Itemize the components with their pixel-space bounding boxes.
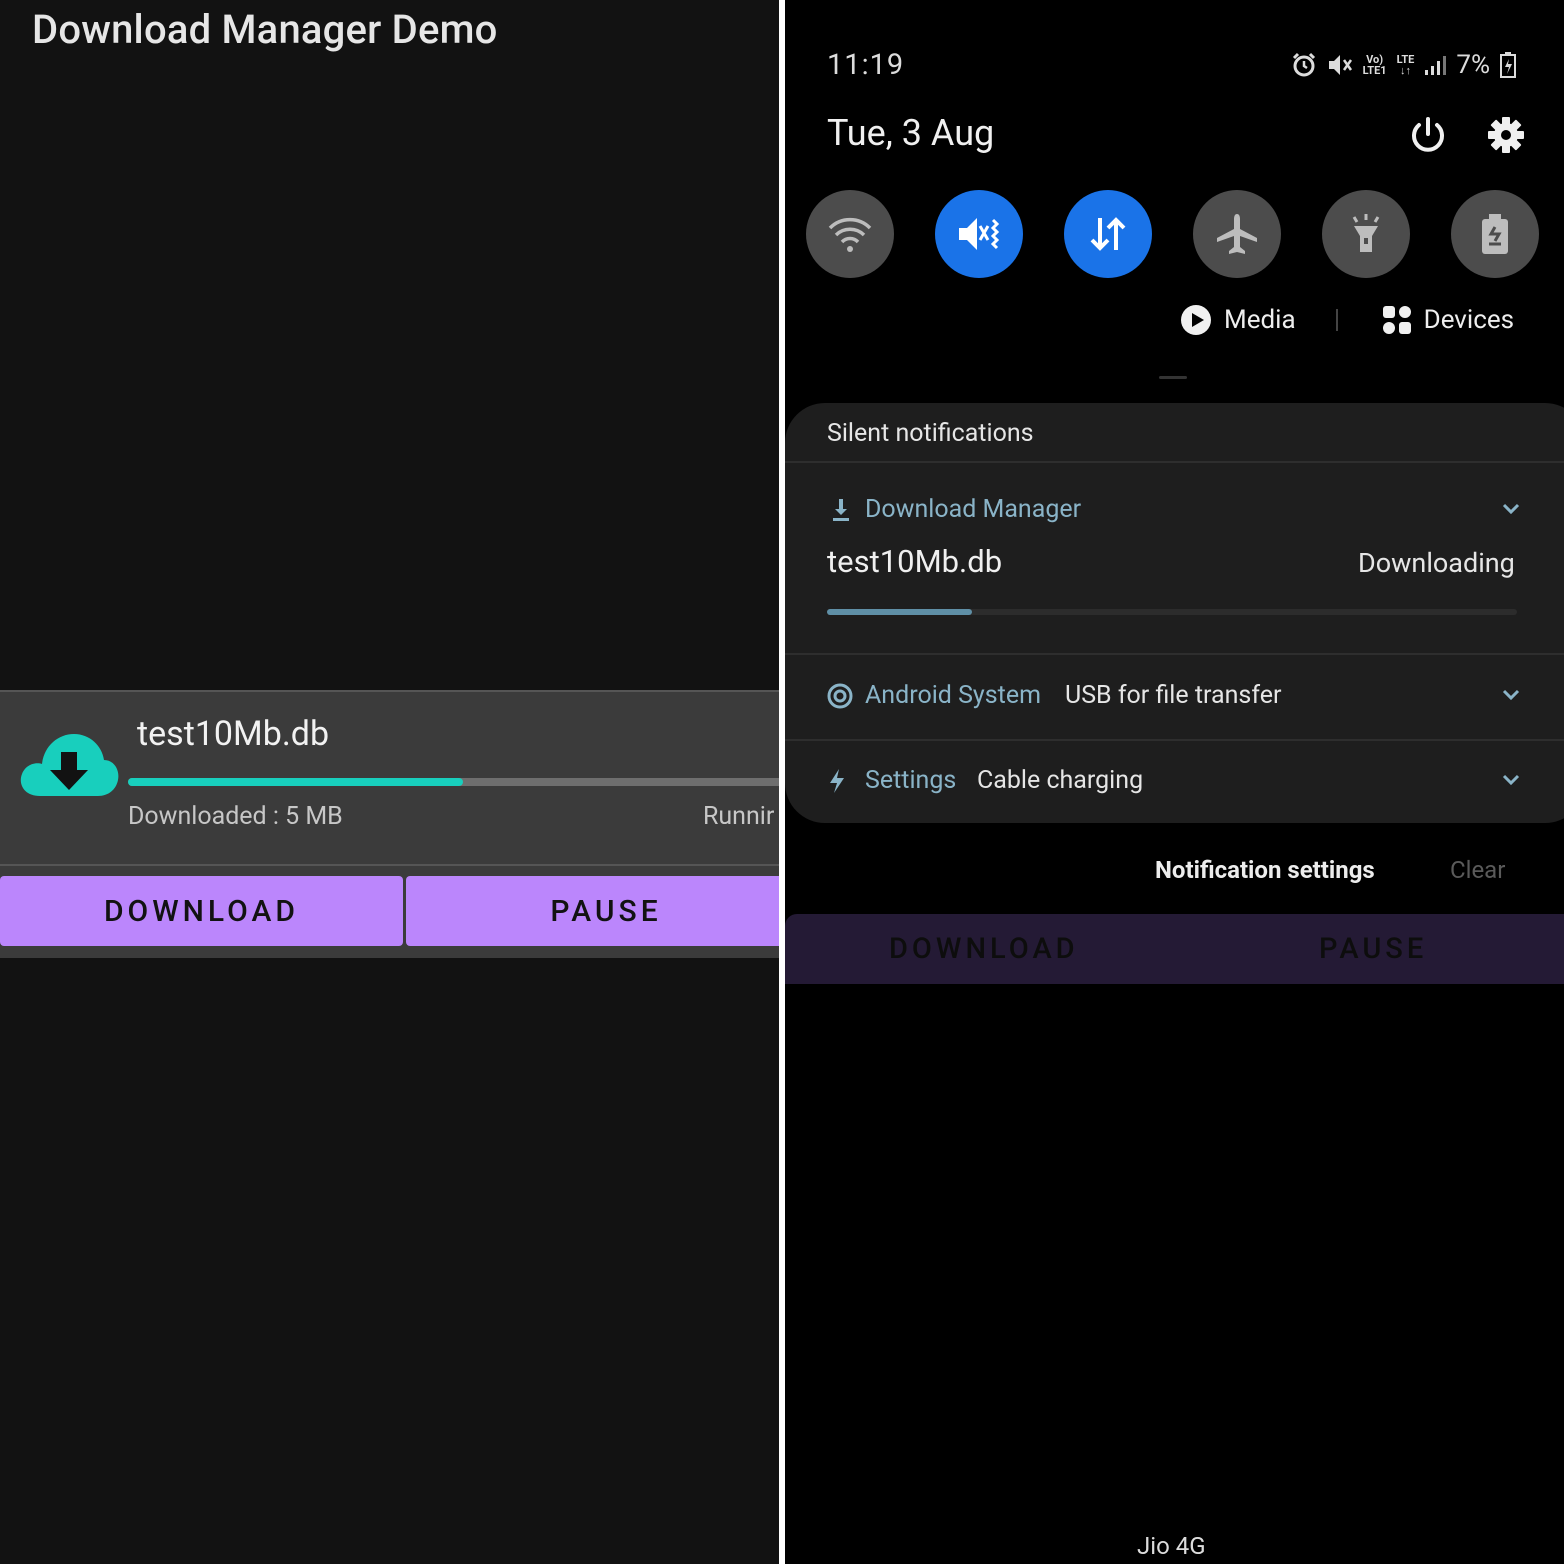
quick-settings (806, 190, 1546, 280)
gear-icon[interactable] (1485, 114, 1527, 156)
dimmed-download-label: DOWNLOAD (889, 932, 1079, 966)
notification-shade: 11:19 Vo) LTE1 LTE ↓↑ 7% Tue, 3 Aug Medi… (785, 0, 1564, 1564)
lightning-icon (830, 769, 844, 793)
carrier-label: Jio 4G (1137, 1532, 1206, 1560)
lte-icon: LTE ↓↑ (1396, 53, 1415, 77)
notification-message: USB for file transfer (1065, 681, 1282, 710)
divider (0, 864, 779, 866)
flashlight-icon (1352, 214, 1380, 252)
download-status: Runnir (703, 802, 775, 831)
android-system-notification[interactable]: Android System USB for file transfer (785, 655, 1564, 739)
android-system-icon (827, 683, 853, 709)
battery-percent: 7% (1456, 50, 1490, 80)
status-time: 11:19 (827, 48, 905, 82)
battery-icon (1500, 52, 1516, 78)
app-screen: Download Manager Demo test10Mb.db Downlo… (0, 0, 779, 1564)
qs-airplane-button[interactable] (1193, 190, 1281, 278)
notification-app-name: Download Manager (865, 495, 1082, 524)
progress-fill (128, 778, 463, 786)
pause-button[interactable]: PAUSE (406, 876, 779, 946)
notification-settings-button[interactable]: Notification settings (1155, 856, 1375, 884)
download-button[interactable]: DOWNLOAD (0, 876, 403, 946)
date-label: Tue, 3 Aug (827, 112, 995, 154)
mute-icon (1328, 55, 1352, 75)
downloaded-size: Downloaded : 5 MB (128, 802, 343, 831)
download-arrow-icon (833, 499, 849, 521)
qs-mute-button[interactable] (935, 190, 1023, 278)
signal-icon (1425, 56, 1447, 75)
power-icon[interactable] (1407, 114, 1449, 156)
mute-vibrate-icon (959, 218, 1000, 250)
separator (1335, 309, 1338, 331)
cloud-download-icon (20, 734, 119, 796)
alarm-icon (1292, 52, 1315, 77)
app-title: Download Manager Demo (32, 6, 498, 53)
chevron-down-icon[interactable] (1500, 772, 1522, 788)
silent-notifications-header: Silent notifications (827, 419, 1034, 448)
notification-app-name: Android System (865, 681, 1042, 710)
dimmed-pause-label: PAUSE (1319, 932, 1428, 966)
notification-file-name: test10Mb.db (827, 543, 1003, 580)
settings-notification[interactable]: Settings Cable charging (785, 740, 1564, 823)
status-bar-icons: Vo) LTE1 LTE ↓↑ 7% (1291, 50, 1516, 80)
wifi-icon (828, 217, 872, 252)
airplane-icon (1217, 214, 1257, 254)
chevron-down-icon[interactable] (1500, 501, 1522, 517)
media-button[interactable]: Media (1224, 305, 1296, 335)
file-name: test10Mb.db (137, 714, 330, 754)
mobile-data-icon (1090, 217, 1126, 251)
divider (785, 461, 1564, 463)
qs-wifi-button[interactable] (806, 190, 894, 278)
volte-icon: Vo) LTE1 (1362, 53, 1387, 77)
qs-power-saving-button[interactable] (1451, 190, 1539, 278)
devices-icon (1382, 306, 1411, 334)
notification-progress-fill (827, 609, 972, 615)
qs-flashlight-button[interactable] (1322, 190, 1410, 278)
chevron-down-icon[interactable] (1500, 687, 1522, 703)
notification-status: Downloading (1358, 547, 1515, 579)
devices-button[interactable]: Devices (1424, 305, 1514, 335)
play-icon (1181, 305, 1211, 335)
dimmed-app-buttons: DOWNLOAD PAUSE (785, 914, 1564, 984)
power-saving-icon (1482, 214, 1508, 254)
clear-button[interactable]: Clear (1450, 856, 1505, 884)
notification-message: Cable charging (977, 766, 1144, 795)
notification-app-name: Settings (865, 766, 957, 795)
media-devices-row: Media Devices (1180, 304, 1514, 336)
notification-panel: Silent notifications Download Manager te… (785, 403, 1564, 823)
drag-handle[interactable] (1159, 376, 1187, 379)
qs-mobile-data-button[interactable] (1064, 190, 1152, 278)
